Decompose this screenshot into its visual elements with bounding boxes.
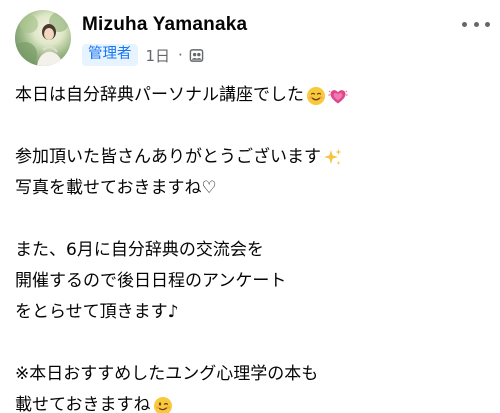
post-text: 写真を載せておきますね♡ [15, 178, 217, 198]
post-text: 参加頂いた皆さんありがとうございます [15, 147, 321, 167]
post-text-line: 本日は自分辞典パーソナル講座でした [15, 80, 485, 111]
post-text-line: 参加頂いた皆さんありがとうございます [15, 142, 485, 173]
post-text: 載せておきますね [15, 395, 151, 413]
growing-heart-icon [328, 86, 348, 106]
admin-badge: 管理者 [82, 44, 138, 66]
post-text-line: 開催するので後日日程のアンケート [15, 266, 485, 297]
winking-face-icon [153, 396, 173, 413]
post-text: ※本日おすすめしたユング心理学の本も [15, 364, 319, 384]
post-text-line: ※本日おすすめしたユング心理学の本も [15, 359, 485, 390]
facebook-post: Mizuha Yamanaka 管理者 1日 · 本日は自分辞典パーソナル講座で… [0, 0, 500, 413]
author-name[interactable]: Mizuha Yamanaka [82, 14, 247, 36]
avatar-photo-icon [15, 12, 69, 66]
post-header: Mizuha Yamanaka 管理者 1日 · [15, 10, 490, 68]
sparkles-icon [323, 148, 343, 168]
post-timestamp[interactable]: 1日 [146, 45, 171, 66]
post-text-line: をとらせて頂きます♪ [15, 297, 485, 328]
post-text: をとらせて頂きます♪ [15, 302, 179, 322]
more-options-icon[interactable] [462, 14, 490, 34]
post-text-line: 写真を載せておきますね♡ [15, 173, 485, 204]
post-text: 開催するので後日日程のアンケート [15, 271, 287, 291]
meta-separator: · [178, 46, 183, 64]
post-body: 本日は自分辞典パーソナル講座でした 参加頂いた皆さんありがとうございます 写真を… [15, 80, 485, 413]
post-text-line: 載せておきますね [15, 390, 485, 413]
more-dot [462, 21, 467, 27]
avatar[interactable] [15, 10, 71, 66]
smiling-face-icon [306, 86, 326, 106]
post-meta: 管理者 1日 · [82, 43, 204, 67]
post-text: また、6月に自分辞典の交流会を [15, 240, 264, 260]
more-dot [473, 21, 479, 27]
post-text-line: また、6月に自分辞典の交流会を [15, 235, 485, 266]
post-text: 本日は自分辞典パーソナル講座でした [15, 85, 304, 105]
group-audience-icon [189, 48, 204, 63]
more-dot [485, 21, 490, 27]
